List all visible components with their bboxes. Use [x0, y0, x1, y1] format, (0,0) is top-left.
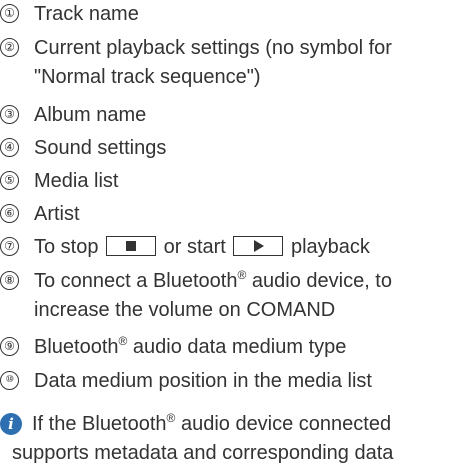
- legend-text-2: Current playback settings (no symbol for…: [34, 34, 464, 92]
- legend-text-9: Bluetooth® audio data medium type: [34, 333, 464, 362]
- callout-number-9: ⑨: [0, 337, 19, 356]
- info-note-line2: supports metadata and corresponding data: [12, 442, 394, 464]
- legend-text-5: Media list: [34, 170, 119, 192]
- info-icon: i: [0, 413, 22, 435]
- legend-text-2-line2: "Normal track sequence"): [34, 66, 261, 88]
- callout-number-10: ⑩: [0, 371, 19, 390]
- stop-square-icon: [126, 241, 137, 251]
- callout-number-4: ④: [0, 138, 19, 157]
- callout-number-5: ⑤: [0, 171, 19, 190]
- legend-text-8-line1-start: To connect a Bluetooth: [34, 270, 238, 292]
- info-note-text: If the Bluetooth® audio device connected…: [12, 410, 462, 464]
- legend-text-10: Data medium position in the media list: [34, 370, 372, 392]
- info-note-line1: If the Bluetooth® audio device connected: [32, 410, 462, 439]
- legend-text-6: Artist: [34, 203, 80, 225]
- legend-text-8-line2: increase the volume on COMAND: [34, 299, 336, 321]
- info-note-line1-end: audio device connected: [175, 413, 392, 435]
- callout-number-7: ⑦: [0, 237, 19, 256]
- legend-text-8: To connect a Bluetooth® audio device, to…: [34, 267, 464, 325]
- legend-text-7-playback-label: playback: [290, 236, 370, 258]
- play-key: [233, 236, 284, 256]
- legend-text-3: Album name: [34, 104, 147, 126]
- callout-number-1: ①: [0, 4, 19, 23]
- legend-text-7-start-label: or start: [163, 236, 226, 258]
- info-note-line1-start: If the Bluetooth: [32, 413, 167, 435]
- legend-text-9-end: audio data medium type: [127, 336, 347, 358]
- legend-text-7-stop-label: To stop: [34, 236, 99, 258]
- legend-text-8-line1-end: audio device, to: [246, 270, 392, 292]
- stop-key: [106, 236, 157, 256]
- legend-text-8-line1: To connect a Bluetooth® audio device, to: [34, 267, 464, 296]
- callout-number-6: ⑥: [0, 204, 19, 223]
- callout-number-8: ⑧: [0, 271, 19, 290]
- registered-mark: ®: [237, 268, 247, 282]
- legend-text-7: To stop or start playback: [34, 233, 464, 262]
- manual-page: ① Track name ② Current playback settings…: [0, 0, 464, 469]
- callout-number-3: ③: [0, 105, 19, 124]
- legend-text-2-line1: Current playback settings (no symbol for: [34, 37, 392, 59]
- legend-text-9-start: Bluetooth: [34, 336, 119, 358]
- legend-text-4: Sound settings: [34, 137, 167, 159]
- callout-number-2: ②: [0, 38, 19, 57]
- play-triangle-icon: [254, 240, 265, 252]
- legend-text-1: Track name: [34, 3, 139, 25]
